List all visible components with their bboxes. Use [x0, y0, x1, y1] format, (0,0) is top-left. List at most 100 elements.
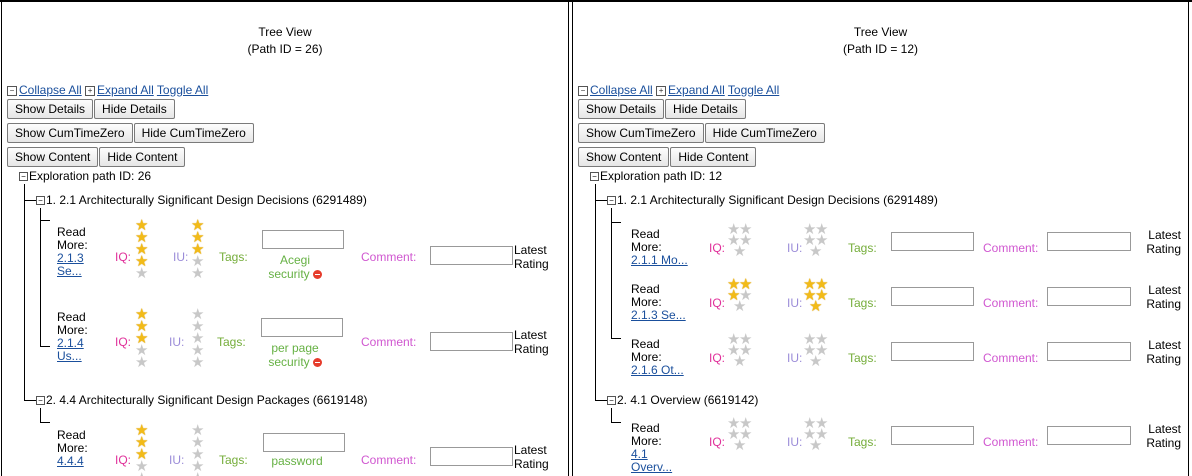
star-icon[interactable]: ★: [809, 299, 822, 314]
comment-label: Comment:: [361, 335, 417, 349]
star-icon[interactable]: ★: [733, 354, 746, 369]
collapse-toggle-icon[interactable]: −: [36, 396, 45, 406]
comment-input[interactable]: [1047, 342, 1131, 361]
tags-label: Tags:: [217, 335, 246, 349]
star-icon[interactable]: ★: [809, 438, 822, 453]
star-icon[interactable]: ★: [809, 244, 822, 259]
collapse-all-link[interactable]: Collapse All: [590, 83, 653, 97]
hide-details-button[interactable]: Hide Details: [94, 99, 175, 119]
tag-input[interactable]: [263, 433, 345, 452]
hide-cumtimezero-button[interactable]: Hide CumTimeZero: [704, 123, 825, 143]
star-icon[interactable]: ★: [135, 355, 148, 370]
toggle-all-link[interactable]: Toggle All: [157, 83, 208, 97]
tag-input[interactable]: [891, 232, 974, 251]
iu-label: IU:: [787, 296, 803, 310]
iu-label: IU:: [787, 351, 803, 365]
tree-connector: [40, 408, 41, 422]
tags-label: Tags:: [219, 250, 248, 264]
hide-content-button[interactable]: Hide Content: [99, 147, 186, 167]
toggle-all-link[interactable]: Toggle All: [728, 83, 779, 97]
star-icon[interactable]: ★: [191, 266, 204, 281]
comment-input[interactable]: [1047, 232, 1131, 251]
read-more-link[interactable]: 2.1.6 Ot...: [631, 364, 691, 377]
comment-input[interactable]: [1047, 426, 1131, 445]
tags-label: Tags:: [848, 351, 877, 365]
hide-cumtimezero-button[interactable]: Hide CumTimeZero: [133, 123, 254, 143]
iu-label: IU:: [173, 250, 189, 264]
collapse-toggle-icon[interactable]: −: [36, 196, 45, 206]
star-icon[interactable]: ★: [733, 299, 746, 314]
star-icon[interactable]: ★: [809, 354, 822, 369]
tree-node[interactable]: −1. 2.1 Architecturally Significant Desi…: [607, 192, 938, 208]
tree-controls: − Collapse All + Expand All Toggle All Sho…: [578, 82, 826, 170]
tag-input[interactable]: [891, 426, 974, 445]
hide-details-button[interactable]: Hide Details: [665, 99, 746, 119]
exploration-path-root[interactable]: − Exploration path ID: 26: [19, 168, 151, 184]
iq-label: IQ:: [115, 335, 132, 349]
star-icon[interactable]: ★: [135, 266, 148, 281]
tree-node[interactable]: −1. 2.1 Architecturally Significant Desi…: [36, 192, 367, 208]
iq-label: IQ:: [709, 241, 726, 255]
comment-input[interactable]: [430, 332, 513, 351]
tag-chip: per page security: [261, 341, 329, 369]
root-label: Exploration path ID: 26: [29, 169, 152, 183]
tag-value: per page security: [268, 341, 319, 369]
remove-tag-icon[interactable]: [312, 270, 322, 280]
iq-label: IQ:: [709, 296, 726, 310]
tags-label: Tags:: [219, 453, 248, 467]
comment-input[interactable]: [430, 447, 513, 466]
latest-rating-label: Latest Rating: [1146, 228, 1181, 256]
tree-node[interactable]: −2. 4.4 Architecturally Significant Desi…: [36, 392, 368, 408]
show-content-button[interactable]: Show Content: [7, 147, 99, 167]
leaf-item: Read More:4.4.4 IQ: ★★★★★ IU: ★★★★★ Tags…: [57, 423, 557, 476]
tag-input[interactable]: [891, 342, 974, 361]
iq-label: IQ:: [115, 250, 132, 264]
tag-input[interactable]: [262, 230, 344, 249]
show-content-button[interactable]: Show Content: [578, 147, 670, 167]
tree-connector: [611, 222, 621, 223]
show-details-button[interactable]: Show Details: [7, 99, 94, 119]
tree-connector: [24, 400, 36, 401]
tag-input[interactable]: [261, 318, 343, 337]
collapse-toggle-icon[interactable]: −: [19, 172, 28, 182]
show-details-button[interactable]: Show Details: [578, 99, 665, 119]
read-more-link[interactable]: 2.1.1 Mo...: [631, 254, 691, 267]
remove-tag-icon[interactable]: [312, 358, 322, 368]
leaf-item: Read More: 2.1.4 Us... IQ: ★ ★ ★ ★ ★ IU: ★ ★ ★ ★…: [57, 307, 557, 371]
star-icon[interactable]: ★: [733, 244, 746, 259]
collapse-all-link[interactable]: Collapse All: [19, 83, 82, 97]
exploration-path-root[interactable]: − Exploration path ID: 12: [590, 168, 722, 184]
comment-input[interactable]: [1047, 287, 1131, 306]
tree-connector: [40, 220, 50, 221]
collapse-toggle-icon[interactable]: −: [607, 196, 616, 206]
collapse-toggle-icon[interactable]: −: [607, 396, 616, 406]
app-frame: Tree View (Path ID = 26) − Collapse All +…: [0, 0, 1192, 476]
read-more-link[interactable]: 4.4.4: [57, 455, 107, 468]
expand-all-link[interactable]: Expand All: [97, 83, 154, 97]
tree-controls: − Collapse All + Expand All Toggle All Sho…: [7, 82, 255, 170]
path-id-label: (Path ID = 26): [247, 42, 323, 56]
read-more-link[interactable]: 2.1.4 Us...: [57, 337, 107, 363]
read-more-link[interactable]: 2.1.3 Se...: [631, 309, 691, 322]
tree-connector: [595, 200, 607, 201]
comment-input[interactable]: [430, 246, 513, 265]
tree-connector: [40, 208, 41, 346]
hide-content-button[interactable]: Hide Content: [670, 147, 757, 167]
tag-input[interactable]: [891, 287, 974, 306]
tree-pane-left: Tree View (Path ID = 26) − Collapse All +…: [1, 2, 569, 476]
tree-node[interactable]: −2. 4.1 Overview (6619142): [607, 392, 758, 408]
show-cumtimezero-button[interactable]: Show CumTimeZero: [578, 123, 704, 143]
read-more-link[interactable]: 4.1 Overv...: [631, 448, 691, 474]
collapse-toggle-icon[interactable]: −: [590, 172, 599, 182]
tree-connector: [40, 346, 50, 347]
expand-all-link[interactable]: Expand All: [668, 83, 725, 97]
read-more-label: Read More:: [631, 421, 662, 448]
read-more-link[interactable]: 2.1.3 Se...: [57, 252, 107, 278]
show-cumtimezero-button[interactable]: Show CumTimeZero: [7, 123, 133, 143]
comment-label: Comment:: [361, 453, 417, 467]
comment-label: Comment:: [983, 241, 1039, 255]
tags-label: Tags:: [848, 435, 877, 449]
tree-connector: [611, 338, 621, 339]
star-icon[interactable]: ★: [191, 355, 204, 370]
star-icon[interactable]: ★: [733, 438, 746, 453]
